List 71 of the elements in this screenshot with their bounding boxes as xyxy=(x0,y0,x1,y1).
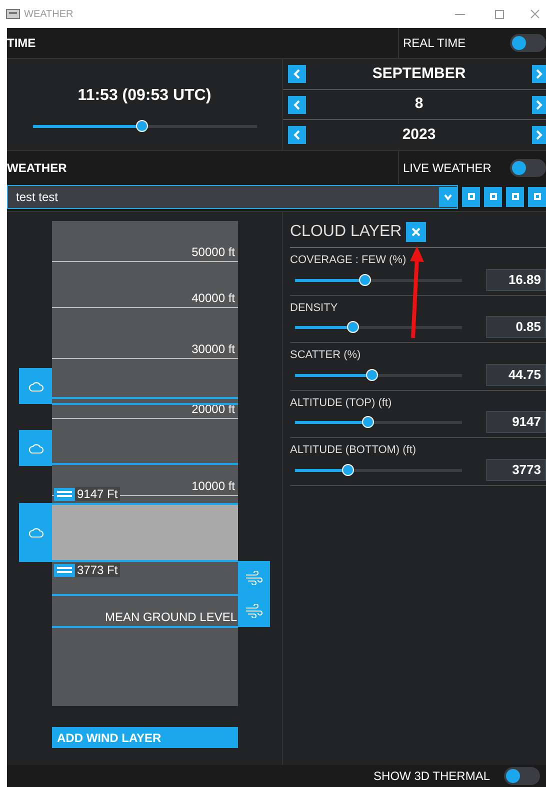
slider[interactable] xyxy=(32,120,256,132)
ground-label: MEAN GROUND LEVEL xyxy=(104,611,237,623)
date-value: 8 xyxy=(414,94,424,114)
date-value: SEPTEMBER xyxy=(371,64,467,84)
drag-handle-icon[interactable] xyxy=(54,488,75,500)
chevron-left-icon xyxy=(293,130,301,140)
clock-time: 11:53 (09:53 UTC) xyxy=(78,86,212,106)
slider[interactable] xyxy=(295,464,462,476)
slider[interactable] xyxy=(295,321,462,333)
value-field[interactable]: 3773 xyxy=(486,458,546,480)
settings-button[interactable] xyxy=(506,186,524,206)
preset-dropdown[interactable]: test test xyxy=(7,184,458,208)
section-title: TIME xyxy=(7,35,37,52)
drag-handle-icon[interactable] xyxy=(54,564,75,576)
delete-button[interactable] xyxy=(528,186,546,206)
toggle-switch[interactable] xyxy=(504,767,540,785)
slider[interactable] xyxy=(295,274,462,286)
slider[interactable] xyxy=(295,368,462,380)
slider-label: ALTITUDE (TOP) (ft) xyxy=(290,396,392,410)
window-title: WEATHER xyxy=(24,8,74,22)
altitude-label: 40000 ft xyxy=(192,292,235,304)
chevron-right-icon xyxy=(535,100,543,110)
next-button[interactable] xyxy=(532,126,546,144)
panel-title: CLOUD LAYER xyxy=(290,222,402,242)
altitude-label: 50000 ft xyxy=(192,246,235,258)
close-button[interactable] xyxy=(406,222,426,242)
toggle-label: REAL TIME xyxy=(403,35,466,52)
altitude-label: 30000 ft xyxy=(192,343,235,355)
wind-icon xyxy=(245,570,263,584)
maximize-icon[interactable] xyxy=(495,10,504,18)
cloud-icon xyxy=(28,442,44,454)
next-button[interactable] xyxy=(532,96,546,114)
slider-label: COVERAGE : FEW (%) xyxy=(290,253,406,268)
cloud-layer-button[interactable] xyxy=(19,430,52,466)
altitude-marker: 3773 Ft xyxy=(75,563,120,577)
chevron-right-icon xyxy=(535,68,543,79)
previous-button[interactable] xyxy=(288,64,306,83)
section-title: WEATHER xyxy=(7,160,68,176)
save-button[interactable] xyxy=(462,186,480,206)
toggle-switch[interactable] xyxy=(510,34,546,52)
chevron-right-icon xyxy=(535,130,543,140)
cloud-icon xyxy=(28,527,44,538)
value-field[interactable]: 9147 xyxy=(486,411,546,433)
previous-button[interactable] xyxy=(288,126,306,144)
slider[interactable] xyxy=(295,416,462,428)
wind-layer-button[interactable] xyxy=(238,561,270,627)
toggle-label: LIVE WEATHER xyxy=(403,160,492,176)
next-button[interactable] xyxy=(532,64,546,83)
value-field[interactable]: 44.75 xyxy=(486,364,546,386)
slider-label: SCATTER (%) xyxy=(290,348,361,363)
chevron-left-icon xyxy=(293,100,301,110)
chevron-left-icon xyxy=(293,68,301,79)
altitude-label: 20000 ft xyxy=(192,403,235,415)
copy-button[interactable] xyxy=(484,186,502,206)
slider-label: ALTITUDE (BOTTOM) (ft) xyxy=(290,443,416,458)
cloud-layer-button[interactable] xyxy=(19,368,52,404)
close-icon[interactable] xyxy=(530,9,540,19)
altitude-label: 10000 ft xyxy=(192,480,235,492)
toggle-switch[interactable] xyxy=(510,158,546,176)
wind-icon xyxy=(245,604,263,618)
chevron-down-icon xyxy=(439,186,457,206)
value-field[interactable]: 16.89 xyxy=(486,268,546,290)
altitude-marker: 9147 Ft xyxy=(75,487,120,501)
cloud-icon xyxy=(28,380,44,392)
app-icon xyxy=(6,9,20,19)
close-icon xyxy=(410,227,421,237)
value-field[interactable]: 0.85 xyxy=(486,316,546,338)
slider-label: DENSITY xyxy=(290,300,338,316)
date-value: 2023 xyxy=(401,124,437,145)
toggle-label: SHOW 3D THERMAL xyxy=(374,768,490,785)
previous-button[interactable] xyxy=(288,96,306,114)
